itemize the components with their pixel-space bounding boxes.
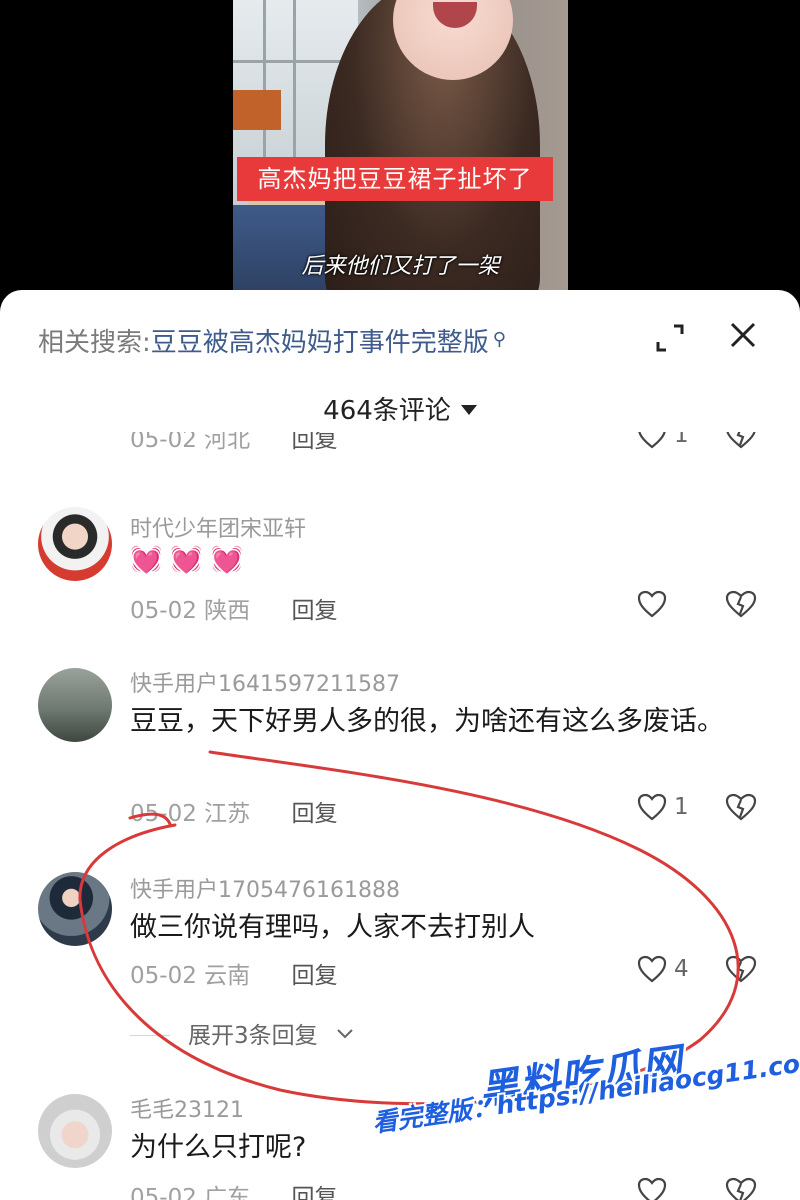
comment-location: 广东 [204,1185,251,1200]
dislike-button[interactable] [724,792,760,826]
broken-heart-icon [725,955,757,983]
broken-heart-icon [725,590,757,618]
comment-text: 为什么只打呢? [130,1132,307,1163]
like-count: 1 [674,432,689,448]
reply-button[interactable]: 回复 [291,598,337,624]
broken-heart-icon [726,432,756,449]
like-count: 1 [674,794,689,820]
comment-date: 05-02 [130,432,197,453]
fullscreen-icon[interactable] [652,320,688,356]
dislike-button[interactable] [724,589,760,623]
dislike-button[interactable] [724,1176,760,1200]
divider [130,1035,170,1036]
heart-icon [637,1177,667,1200]
reply-button[interactable]: 回复 [291,963,337,989]
comment-date: 05-02 [130,963,197,989]
expand-replies-button[interactable]: 展开3条回复 [130,1016,355,1050]
related-search-label: 相关搜索: [38,328,151,358]
chevron-down-icon [337,1029,353,1039]
avatar[interactable] [38,1094,112,1168]
comment-meta: 05-02 陕西 回复 [130,591,337,625]
dislike-button[interactable] [724,954,760,988]
broken-heart-icon [725,1177,757,1200]
video-caption-banner: 高杰妈把豆豆裙子扯坏了 [237,157,553,201]
comment-location: 陕西 [204,598,251,624]
reply-button[interactable]: 回复 [291,1185,337,1200]
comment-meta: 05-02 江苏 回复 [130,794,337,828]
reply-button[interactable]: 回复 [291,432,337,453]
like-button[interactable]: 1 [636,792,706,826]
avatar[interactable] [38,872,112,946]
like-button[interactable]: 1 [636,432,706,454]
close-icon[interactable] [726,318,760,352]
comment-location: 云南 [204,963,251,989]
comment-date: 05-02 [130,801,197,827]
comment-text: 豆豆，天下好男人多的很，为啥还有这么多废话。 [130,706,724,737]
video-player[interactable]: 高杰妈把豆豆裙子扯坏了 后来他们又打了一架 [0,0,800,300]
comment-date: 05-02 [130,1185,197,1200]
like-count: 4 [674,956,689,982]
heart-icon [637,955,667,983]
comment-username[interactable]: 快手用户1641597211587 [130,666,400,698]
comment-location: 江苏 [204,801,251,827]
comment-username[interactable]: 毛毛23121 [130,1092,244,1124]
video-subtitle: 后来他们又打了一架 [301,254,500,279]
related-search-link[interactable]: 豆豆被高杰妈妈打事件完整版 [151,328,489,358]
video-background-shelf [233,90,281,130]
like-button[interactable] [636,1176,706,1200]
comment-date: 05-02 [130,598,197,624]
comment-meta: 05-02 云南 回复 [130,956,337,990]
reply-button[interactable]: 回复 [291,801,337,827]
avatar[interactable] [38,507,112,581]
avatar[interactable] [38,668,112,742]
caret-down-icon[interactable] [460,405,477,415]
previous-comment-meta: 05-02 河北 回复 1 [0,432,800,458]
expand-replies-label: 展开3条回复 [188,1023,318,1049]
comment-meta: 05-02 广东 回复 [130,1178,337,1200]
search-icon[interactable]: ⚲ [493,329,506,350]
comment-username[interactable]: 快手用户1705476161888 [130,872,400,904]
comment-count: 464条评论 [323,396,451,426]
heart-icon [638,432,666,449]
comment-username[interactable]: 时代少年团宋亚轩 [130,511,306,543]
heart-icon [637,590,667,618]
comment-text: 做三你说有理吗，人家不去打别人 [130,912,535,943]
comment-emoji: 💓💓💓 [130,545,252,575]
comment-meta: 05-02 河北 回复 [130,432,337,454]
comment-location: 河北 [204,432,251,453]
like-button[interactable] [636,589,706,623]
broken-heart-icon [725,793,757,821]
heart-icon [637,793,667,821]
like-button[interactable]: 4 [636,954,706,988]
comment-count-sort[interactable]: 464条评论 [0,390,800,427]
related-search[interactable]: 相关搜索:豆豆被高杰妈妈打事件完整版 ⚲ [38,322,506,359]
dislike-button[interactable] [724,432,760,454]
